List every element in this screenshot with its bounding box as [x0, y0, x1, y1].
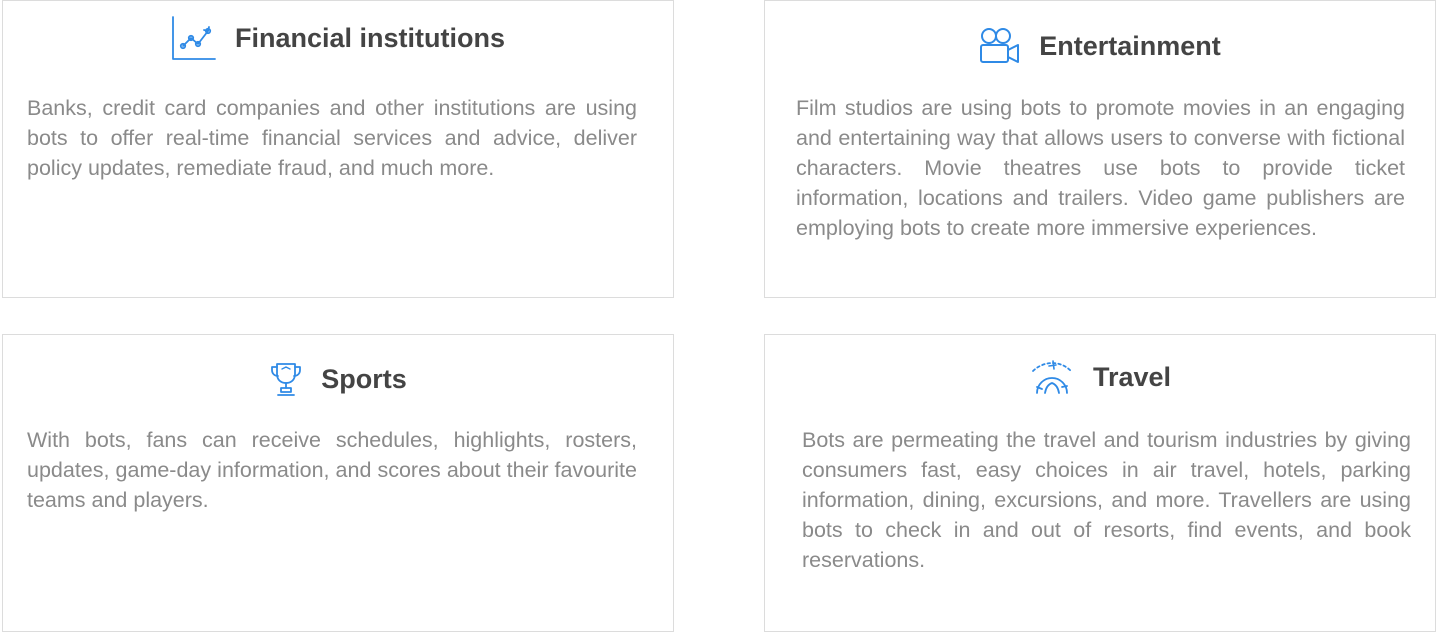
card-description: Bots are permeating the travel and touri…	[802, 428, 1411, 572]
line-chart-icon	[171, 15, 217, 61]
card-description: With bots, fans can receive schedules, h…	[27, 428, 637, 512]
card-sports: Sports With bots, fans can receive sched…	[2, 334, 674, 632]
card-title: Sports	[321, 363, 407, 394]
card-title: Entertainment	[1039, 30, 1221, 61]
card-header: Financial institutions	[3, 15, 673, 61]
movie-camera-icon	[979, 27, 1021, 65]
card-entertainment: Entertainment Film studios are using bot…	[764, 0, 1436, 298]
card-description: Film studios are using bots to promote m…	[796, 96, 1405, 240]
card-description: Banks, credit card companies and other i…	[27, 96, 637, 180]
plane-globe-icon	[1029, 359, 1075, 395]
card-title: Travel	[1092, 361, 1172, 392]
card-financial-institutions: Financial institutions Banks, credit car…	[2, 0, 674, 298]
trophy-icon	[269, 361, 303, 397]
card-travel: Travel Bots are permeating the travel an…	[764, 334, 1436, 632]
card-header: Travel	[765, 359, 1435, 395]
card-header: Sports	[3, 361, 673, 397]
card-header: Entertainment	[765, 27, 1435, 65]
card-title: Financial institutions	[234, 22, 505, 53]
